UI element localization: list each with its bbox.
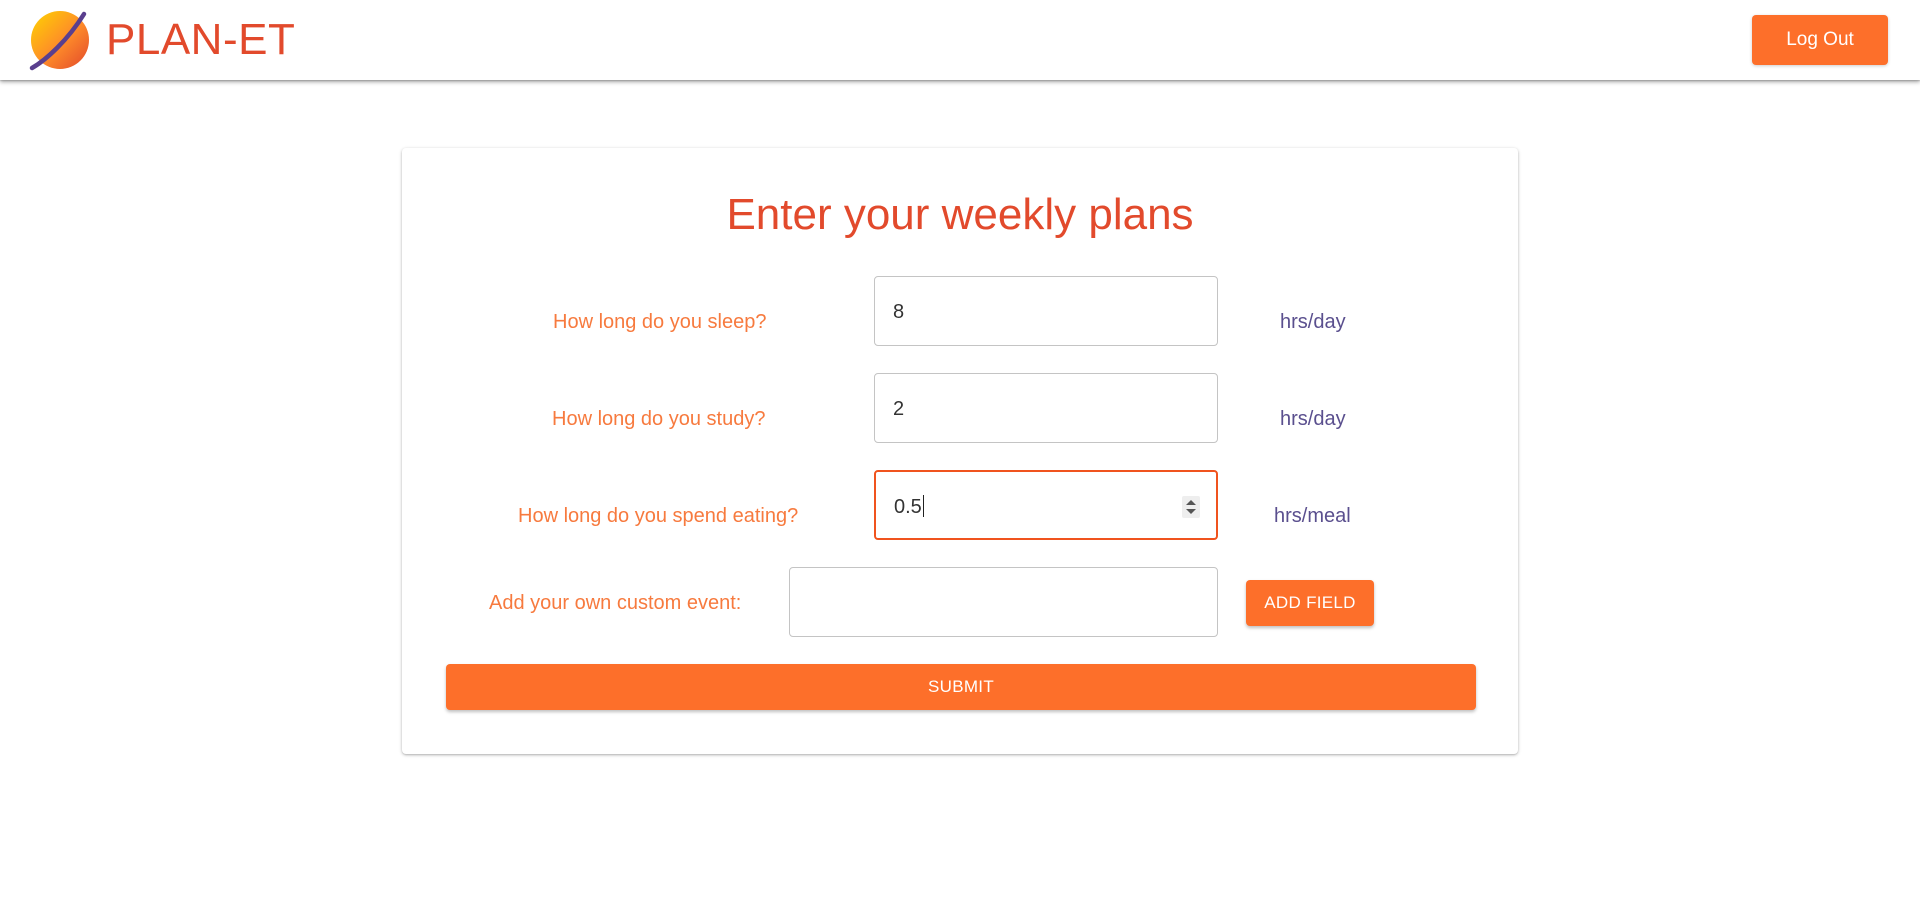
study-input-value: 2 (893, 398, 905, 420)
eating-input-value: 0.5 (894, 495, 924, 518)
brand-title: PLAN-ET (106, 15, 296, 64)
app-header: PLAN-ET Log Out (0, 0, 1920, 80)
sleep-unit: hrs/day (1280, 311, 1346, 333)
study-input[interactable]: 2 (874, 373, 1218, 443)
sleep-input[interactable]: 8 (874, 276, 1218, 346)
number-spinner[interactable] (1182, 496, 1200, 518)
spinner-down-icon[interactable] (1186, 509, 1196, 514)
spinner-up-icon[interactable] (1186, 500, 1196, 505)
sleep-label: How long do you sleep? (553, 311, 767, 333)
study-unit: hrs/day (1280, 408, 1346, 430)
logout-button[interactable]: Log Out (1752, 15, 1888, 65)
custom-event-input[interactable] (789, 567, 1218, 637)
eating-unit: hrs/meal (1274, 505, 1351, 527)
eating-input[interactable]: 0.5 (874, 470, 1218, 540)
page-title: Enter your weekly plans (726, 190, 1194, 239)
weekly-plans-card: Enter your weekly plans How long do you … (402, 148, 1518, 754)
submit-button[interactable]: SUBMIT (446, 664, 1476, 710)
custom-event-label: Add your own custom event: (489, 592, 742, 614)
planet-logo-icon (29, 11, 89, 71)
eating-label: How long do you spend eating? (518, 505, 799, 527)
sleep-input-value: 8 (893, 301, 905, 323)
add-field-button[interactable]: ADD FIELD (1246, 580, 1374, 626)
text-caret (922, 495, 924, 517)
study-label: How long do you study? (552, 408, 766, 430)
